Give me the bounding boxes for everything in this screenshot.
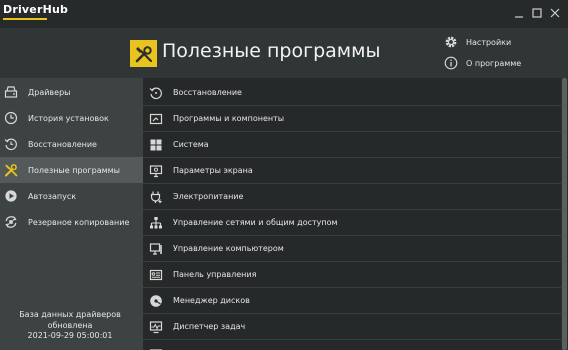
status-line-1: База данных драйверов bbox=[19, 310, 121, 319]
list-item-task-manager[interactable]: Диспетчер задач bbox=[143, 314, 561, 340]
tools-icon bbox=[4, 163, 18, 177]
display-icon bbox=[148, 163, 164, 179]
backup-icon bbox=[4, 215, 18, 229]
close-button[interactable] bbox=[547, 5, 563, 21]
disk-icon bbox=[148, 293, 164, 309]
history-icon bbox=[4, 111, 18, 125]
list-item-power[interactable]: Электропитание bbox=[143, 184, 561, 210]
close-icon bbox=[550, 8, 560, 18]
sidebar-item-backup[interactable]: Резервное копирование bbox=[0, 209, 143, 235]
list-item-disk-manager[interactable]: Менеджер дисков bbox=[143, 288, 561, 314]
status-timestamp: 2021-09-29 05:00:01 bbox=[27, 331, 113, 340]
driver-icon bbox=[4, 85, 18, 99]
sidebar-item-label: Драйверы bbox=[28, 87, 71, 97]
logo-underline bbox=[3, 18, 47, 20]
tools-icon bbox=[130, 40, 157, 67]
list-item-network[interactable]: Управление сетями и общим доступом bbox=[143, 210, 561, 236]
list-item-label: Управление сетями и общим доступом bbox=[173, 218, 338, 227]
maximize-button[interactable] bbox=[529, 5, 545, 21]
status-line-2: обновлена bbox=[47, 320, 93, 330]
partial-item-icon bbox=[148, 345, 164, 350]
scrollbar-thumb[interactable] bbox=[562, 78, 567, 350]
minimize-button[interactable] bbox=[511, 5, 527, 21]
gear-icon bbox=[443, 34, 459, 50]
restore-icon bbox=[148, 85, 164, 101]
list-item-system[interactable]: Система bbox=[143, 132, 561, 158]
sidebar-item-label: Автозапуск bbox=[28, 191, 77, 201]
sidebar-item-label: Полезные программы bbox=[28, 165, 120, 175]
list-item-label: Панель управления bbox=[173, 270, 257, 279]
sidebar-item-label: Резервное копирование bbox=[28, 217, 130, 227]
computer-icon bbox=[148, 241, 164, 257]
sidebar-item-label: Восстановление bbox=[28, 139, 97, 149]
scrollbar[interactable] bbox=[561, 78, 568, 350]
autorun-icon bbox=[4, 189, 18, 203]
restore-icon bbox=[4, 137, 18, 151]
list-item-partial[interactable] bbox=[143, 340, 561, 350]
settings-link[interactable]: Настройки bbox=[443, 33, 511, 51]
list-item-label: Параметры экрана bbox=[173, 166, 253, 175]
power-icon bbox=[148, 189, 164, 205]
list-item-label: Система bbox=[173, 140, 209, 149]
utilities-list: Восстановление Программы и компоненты Си… bbox=[143, 78, 561, 350]
windows-icon bbox=[148, 137, 164, 153]
list-item-label: Управление компьютером bbox=[173, 244, 284, 253]
sidebar-item-drivers[interactable]: Драйверы bbox=[0, 79, 143, 105]
list-item-label: Программы и компоненты bbox=[173, 114, 285, 123]
list-item-display-settings[interactable]: Параметры экрана bbox=[143, 158, 561, 184]
minimize-icon bbox=[515, 16, 523, 18]
app-logo: DriverHub bbox=[3, 3, 69, 16]
sidebar-item-restore[interactable]: Восстановление bbox=[0, 131, 143, 157]
network-icon bbox=[148, 215, 164, 231]
database-status: База данных драйверов обновлена 2021-09-… bbox=[0, 310, 140, 342]
list-item-label: Менеджер дисков bbox=[173, 296, 250, 305]
sidebar-item-label: История установок bbox=[28, 113, 109, 123]
maximize-icon bbox=[532, 8, 542, 18]
list-item-computer-management[interactable]: Управление компьютером bbox=[143, 236, 561, 262]
list-item-control-panel[interactable]: Панель управления bbox=[143, 262, 561, 288]
settings-label: Настройки bbox=[466, 37, 512, 47]
info-icon bbox=[443, 55, 459, 71]
title-bar: DriverHub bbox=[0, 0, 568, 28]
list-item-restore[interactable]: Восстановление bbox=[143, 80, 561, 106]
list-item-label: Электропитание bbox=[173, 192, 244, 201]
list-item-programs[interactable]: Программы и компоненты bbox=[143, 106, 561, 132]
control-panel-icon bbox=[148, 267, 164, 283]
about-label: О программе bbox=[466, 58, 522, 68]
list-item-label: Диспетчер задач bbox=[173, 322, 246, 331]
sidebar-item-history[interactable]: История установок bbox=[0, 105, 143, 131]
task-manager-icon bbox=[148, 319, 164, 335]
sidebar-item-autorun[interactable]: Автозапуск bbox=[0, 183, 143, 209]
sidebar: Драйверы История установок Восстановлени… bbox=[0, 78, 143, 350]
about-link[interactable]: О программе bbox=[443, 54, 521, 72]
page-title: Полезные программы bbox=[162, 40, 381, 62]
list-item-label: Восстановление bbox=[173, 88, 242, 97]
page-header: Полезные программы Настройки О программе bbox=[0, 28, 568, 78]
programs-icon bbox=[148, 111, 164, 127]
sidebar-item-useful-programs[interactable]: Полезные программы bbox=[0, 157, 143, 183]
